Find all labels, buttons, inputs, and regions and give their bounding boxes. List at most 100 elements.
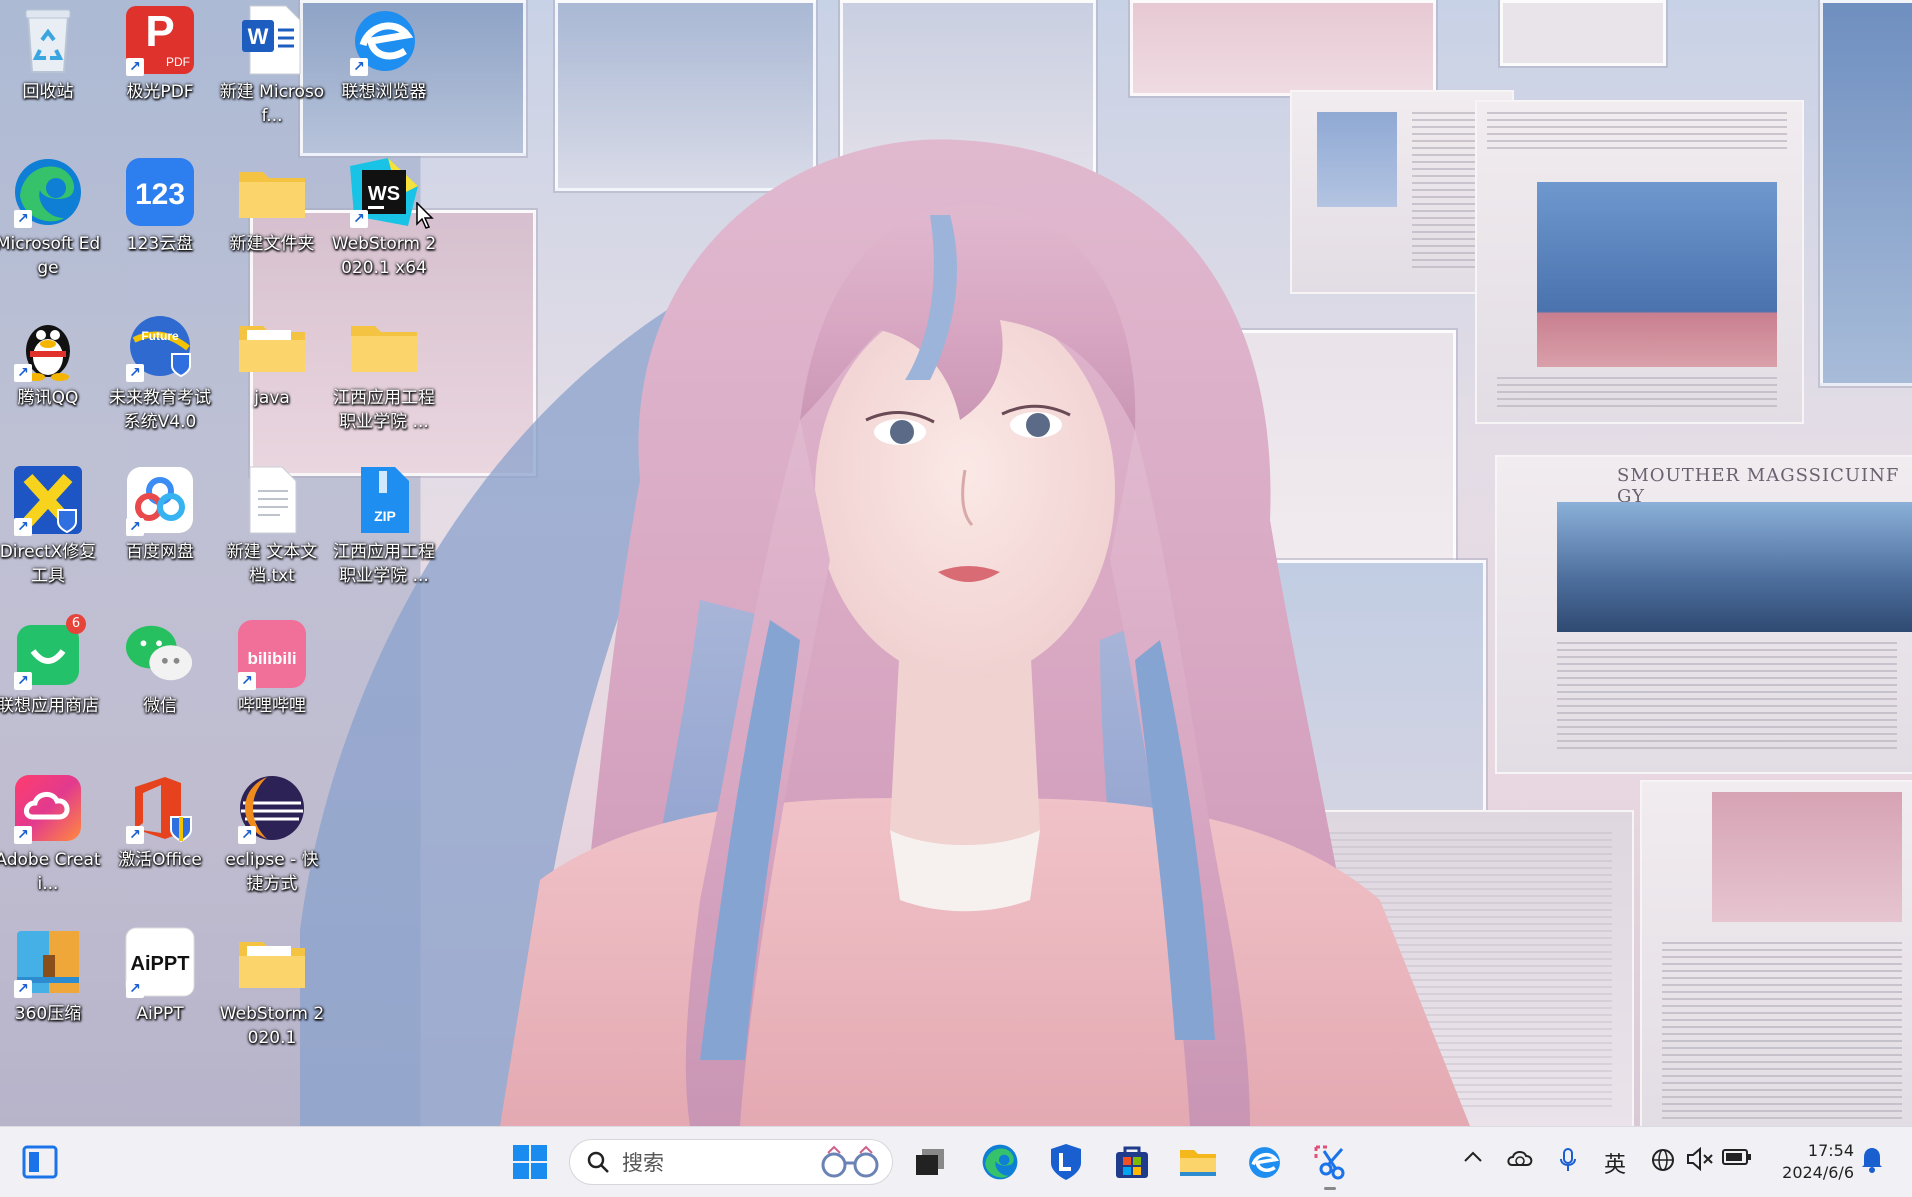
svg-text:123: 123 — [135, 178, 185, 211]
taskbar: 搜索 英 17:54 2024/6/6 — [0, 1126, 1912, 1197]
text-file-icon — [236, 464, 308, 536]
cloud-sync-icon — [1507, 1151, 1533, 1166]
desktop-icon-wechat[interactable]: 微信 — [105, 618, 215, 718]
edge-icon: ↗ — [12, 156, 84, 228]
folder-icon — [236, 310, 308, 382]
task-view-button[interactable] — [906, 1138, 954, 1186]
desktop-icon-new-folder[interactable]: 新建文件夹 — [217, 156, 327, 256]
taskbar-edge[interactable] — [976, 1138, 1024, 1186]
icon-label: 新建 文本文档.txt — [226, 542, 318, 586]
show-hidden-icons-button[interactable] — [1462, 1147, 1484, 1172]
word-document-icon: W — [236, 4, 308, 76]
shortcut-arrow-icon: ↗ — [14, 980, 32, 998]
desktop-icon-new-word-doc[interactable]: W 新建 Microsof... — [217, 4, 327, 128]
desktop-icon-recycle-bin[interactable]: 回收站 — [0, 4, 103, 104]
globe-network-icon — [1652, 1149, 1674, 1171]
icon-label: 回收站 — [22, 82, 74, 102]
folder-icon — [236, 156, 308, 228]
search-icon — [587, 1151, 609, 1173]
widgets-button[interactable] — [16, 1138, 64, 1186]
desktop-icon-lenovo-app-store[interactable]: 6 ↗ 联想应用商店 — [0, 614, 103, 718]
desktop-icon-new-text-file[interactable]: 新建 文本文档.txt — [217, 464, 327, 588]
desktop-icon-java-folder[interactable]: java — [217, 310, 327, 410]
notifications-button[interactable] — [1860, 1145, 1884, 1178]
zip-archive-icon: ZIP — [348, 464, 420, 536]
tray-network[interactable] — [1650, 1147, 1676, 1178]
pdf-icon: P PDF ↗ — [124, 4, 196, 76]
svg-text:W: W — [248, 24, 269, 49]
shortcut-arrow-icon: ↗ — [126, 518, 144, 536]
desktop-icon-lenovo-browser[interactable]: ↗ 联想浏览器 — [329, 4, 439, 104]
taskbar-lenovo-browser[interactable] — [1240, 1138, 1288, 1186]
search-placeholder: 搜索 — [622, 1151, 664, 1175]
desktop-icon-123-cloud[interactable]: 123 123云盘 — [105, 156, 215, 256]
svg-text:WS: WS — [368, 183, 400, 205]
icon-label: 极光PDF — [126, 82, 194, 102]
icon-label: 新建文件夹 — [229, 234, 315, 254]
desktop-icon-adobe-creative-cloud[interactable]: ↗ Adobe Creati... — [0, 772, 103, 896]
task-view-icon — [916, 1149, 944, 1175]
taskbar-microsoft-store[interactable] — [1108, 1138, 1156, 1186]
desktop-icon-directx-repair[interactable]: ↗ DirectX修复工具 — [0, 464, 103, 588]
desktop-icon-tencent-qq[interactable]: ↗ 腾讯QQ — [0, 310, 103, 410]
desktop-icon-future-education-exam[interactable]: Future ↗ 未来教育考试系统V4.0 — [105, 310, 215, 434]
icon-label: 未来教育考试系统V4.0 — [109, 388, 211, 432]
file-explorer-icon — [1180, 1150, 1216, 1176]
icon-label: 新建 Microsof... — [219, 82, 325, 126]
tray-microphone[interactable] — [1558, 1147, 1578, 1178]
icon-label: AiPPT — [136, 1004, 184, 1024]
snipping-tool-icon — [1314, 1145, 1345, 1180]
shortcut-arrow-icon: ↗ — [238, 672, 256, 690]
tray-volume[interactable] — [1686, 1146, 1714, 1176]
shortcut-arrow-icon: ↗ — [350, 210, 368, 228]
shortcut-arrow-icon: ↗ — [14, 364, 32, 382]
tray-onedrive[interactable] — [1506, 1147, 1534, 1174]
svg-text:bilibili: bilibili — [247, 649, 296, 668]
aippt-icon: AiPPT ↗ — [124, 926, 196, 998]
start-button[interactable] — [506, 1138, 554, 1186]
icon-label: 江西应用工程职业学院 ... — [333, 542, 435, 586]
folder-icon — [348, 310, 420, 382]
ime-indicator[interactable]: 英 — [1604, 1147, 1626, 1179]
desktop-icon-baidu-netdisk[interactable]: ↗ 百度网盘 — [105, 464, 215, 564]
desktop-icon-jxyy-folder[interactable]: 江西应用工程职业学院 ... — [329, 310, 439, 434]
icon-label: 腾讯QQ — [17, 388, 79, 408]
archive-360-icon: ↗ — [12, 926, 84, 998]
icon-label: 联想应用商店 — [0, 696, 99, 716]
svg-text:PDF: PDF — [166, 55, 190, 69]
desktop-icon-activate-office[interactable]: ↗ 激活Office — [105, 772, 215, 872]
notification-badge: 6 — [66, 614, 86, 634]
office-icon: ↗ — [124, 772, 196, 844]
desktop-icon-bilibili[interactable]: bilibili ↗ 哔哩哔哩 — [217, 618, 327, 718]
desktop-icon-webstorm-folder[interactable]: WebStorm 2020.1 — [217, 926, 327, 1050]
icon-label: 微信 — [143, 696, 177, 716]
tray-battery[interactable] — [1722, 1147, 1752, 1172]
taskbar-clock[interactable]: 17:54 2024/6/6 — [1782, 1140, 1854, 1184]
desktop-icon-jxyy-zip[interactable]: ZIP 江西应用工程职业学院 ... — [329, 464, 439, 588]
icon-label: 江西应用工程职业学院 ... — [333, 388, 435, 432]
bilibili-icon: bilibili ↗ — [236, 618, 308, 690]
desktop-icon-jiguang-pdf[interactable]: P PDF ↗ 极光PDF — [105, 4, 215, 104]
icon-label: 123云盘 — [126, 234, 194, 254]
shortcut-arrow-icon: ↗ — [126, 826, 144, 844]
icon-label: 百度网盘 — [126, 542, 194, 562]
taskbar-snipping-tool[interactable] — [1306, 1138, 1354, 1190]
shortcut-arrow-icon: ↗ — [126, 58, 144, 76]
eclipse-icon: ↗ — [236, 772, 308, 844]
recycle-bin-icon — [12, 4, 84, 76]
windows-logo-icon — [513, 1145, 547, 1179]
desktop-icon-aippt[interactable]: AiPPT ↗ AiPPT — [105, 926, 215, 1026]
desktop-icon-microsoft-edge[interactable]: ↗ Microsoft Edge — [0, 156, 103, 280]
webstorm-icon: WS ↗ — [348, 156, 420, 228]
shortcut-arrow-icon: ↗ — [238, 826, 256, 844]
shortcut-arrow-icon: ↗ — [14, 210, 32, 228]
taskbar-lenovo-vantage[interactable] — [1042, 1138, 1090, 1186]
taskbar-search-box[interactable]: 搜索 — [569, 1139, 893, 1185]
taskbar-file-explorer[interactable] — [1174, 1138, 1222, 1186]
running-indicator — [1324, 1187, 1336, 1190]
desktop-icon-360-zip[interactable]: ↗ 360压缩 — [0, 926, 103, 1026]
desktop-icon-eclipse-shortcut[interactable]: ↗ eclipse - 快捷方式 — [217, 772, 327, 896]
adobe-creative-cloud-icon: ↗ — [12, 772, 84, 844]
icon-label: Adobe Creati... — [0, 850, 101, 894]
folder-icon — [236, 926, 308, 998]
